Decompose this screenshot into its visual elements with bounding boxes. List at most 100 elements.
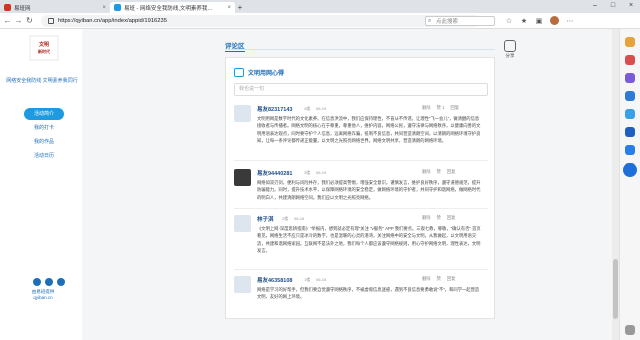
site-logo: 文明 新时代 [29,33,59,63]
delete-button[interactable]: 删除 [422,169,431,175]
comment-body: 文明用网是数字时代的文化素养。在信息洪流中，我们应保持理性，不盲从不传谣，让理性… [257,116,481,144]
comment-actions: 删除 赞 1 回复 [422,105,459,111]
avatar[interactable] [234,169,251,186]
url-bar[interactable]: https://qyiban.cn/app/index/appid/191623… [41,15,481,27]
comment-floor: 2楼 [282,216,289,221]
comment-author[interactable]: 易友94440281 [257,169,292,177]
tab-title: 易班 - 网络安全我防线,文明素养我… [124,5,213,12]
scrollbar-thumb[interactable] [613,259,618,319]
office-icon[interactable] [625,109,635,119]
comment-author[interactable]: 易友46358108 [257,276,292,284]
close-tab-icon[interactable]: × [227,5,231,11]
comment-actions: 删除 赞 回复 [422,215,455,221]
svg-text:文明: 文明 [39,41,49,48]
tab-title: 易班网 [14,5,31,12]
comment-input[interactable]: 我也说一句 [234,83,488,96]
share-icon [504,40,516,52]
maximize-button[interactable]: □ [604,0,622,10]
comment-divider [234,208,488,209]
comment-date: 06-16 [294,216,305,221]
address-toolbar: ← → ↻ https://qyiban.cn/app/index/appid/… [0,13,640,29]
outlook-icon[interactable] [625,127,635,137]
wechat-icon[interactable] [45,278,53,286]
url-text: https://qyiban.cn/app/index/appid/191623… [58,18,167,24]
social-links [33,278,65,286]
games-icon[interactable] [625,91,635,101]
lock-icon [48,18,54,24]
shopping-icon[interactable] [625,73,635,83]
comment-actions: 删除 赞 回复 [422,169,455,175]
browser-tab[interactable]: 易班网 × [0,2,110,13]
avatar[interactable] [234,276,251,293]
reply-button[interactable]: 回复 [447,169,456,175]
comment-divider [234,160,488,161]
svg-text:新时代: 新时代 [38,48,50,54]
browser-tab-active[interactable]: 易班 - 网络安全我防线,文明素养我… × [110,2,235,13]
favorite-star-icon[interactable]: ☆ [505,17,513,25]
tools-icon[interactable] [625,145,635,155]
browser-tab-bar: 易班网 × 易班 - 网络安全我防线,文明素养我… × + [0,0,640,13]
refresh-icon[interactable]: ↻ [24,16,35,25]
comment-date: 06-19 [316,170,327,175]
like-button[interactable]: 赞 [437,215,441,221]
search-icon: ⌕ [428,18,432,24]
comment-body: 网络如双刃剑，便利与风险并存，我们必须提高警惕，增强安全意识，谨慎发言，维护良好… [257,180,481,200]
minimize-button[interactable]: – [586,0,604,10]
card-header: 文明用网心得 [234,68,284,77]
like-button[interactable]: 赞 [437,276,441,282]
comment-date: 06-19 [316,106,327,111]
profile-avatar[interactable] [550,16,559,25]
forward-icon[interactable]: → [13,16,24,25]
like-button[interactable]: 赞 1 [437,105,445,111]
comment-floor: 1楼 [304,277,311,282]
qq-icon[interactable] [57,278,65,286]
favorites-icon[interactable]: ★ [520,17,528,25]
comment-divider [234,269,488,270]
comment-date: 06-15 [316,277,327,282]
comment-author[interactable]: 易友82317143 [257,105,292,113]
reply-button[interactable]: 回复 [450,105,459,111]
sidebar-item-calendar[interactable]: 活动日历 [24,150,64,162]
settings-icon[interactable] [625,325,635,335]
delete-button[interactable]: 删除 [422,215,431,221]
browser-side-panel [619,29,640,340]
search-placeholder: 点此搜索 [436,19,459,25]
card-title: 文明用网心得 [248,71,285,77]
footer-domain[interactable]: qyiban.cn [18,295,68,300]
comment-author[interactable]: 林子淇 [257,215,274,223]
delete-button[interactable]: 删除 [422,105,431,111]
avatar[interactable] [234,215,251,232]
sidebar-menu: 活动简介 我的打卡 我的作品 活动日历 [24,108,64,164]
site-favicon-icon [4,4,11,11]
new-tab-button[interactable]: + [235,3,245,12]
sidebar-item-intro[interactable]: 活动简介 [24,108,64,120]
sidebar-item-works[interactable]: 我的作品 [24,136,64,148]
site-favicon-icon [114,4,121,11]
page-scrollbar[interactable] [612,29,619,340]
like-button[interactable]: 赞 [437,169,441,175]
reply-button[interactable]: 回复 [447,276,456,282]
tag-icon[interactable] [625,37,635,47]
back-icon[interactable]: ← [2,16,13,25]
collections-icon[interactable]: ▣ [535,17,543,25]
weibo-icon[interactable] [33,278,41,286]
comment-floor: 3楼 [304,170,311,175]
comment-icon [234,68,244,77]
close-window-button[interactable]: × [622,0,640,10]
share-button[interactable]: 分享 [502,40,518,62]
section-title: 评论区 [225,40,245,52]
browser-search-input[interactable]: ⌕ 点此搜索 [425,16,495,26]
comment-body: 网络是学习的好帮手，但我们要自觉遵守网络秩序，不被虚假信息迷惑，遇到不良信息要勇… [257,287,480,300]
comment-actions: 删除 赞 回复 [422,276,455,282]
avatar[interactable] [234,105,251,122]
sidebar-item-checkin[interactable]: 我的打卡 [24,122,64,134]
reply-button[interactable]: 回复 [447,215,456,221]
delete-button[interactable]: 删除 [422,276,431,282]
copilot-icon[interactable] [623,163,637,177]
comment-floor: 4楼 [304,106,311,111]
toolbox-icon[interactable] [625,55,635,65]
share-label: 分享 [505,53,515,58]
section-divider [225,49,495,50]
close-tab-icon[interactable]: × [102,5,106,11]
more-menu-icon[interactable]: ⋯ [566,17,574,25]
